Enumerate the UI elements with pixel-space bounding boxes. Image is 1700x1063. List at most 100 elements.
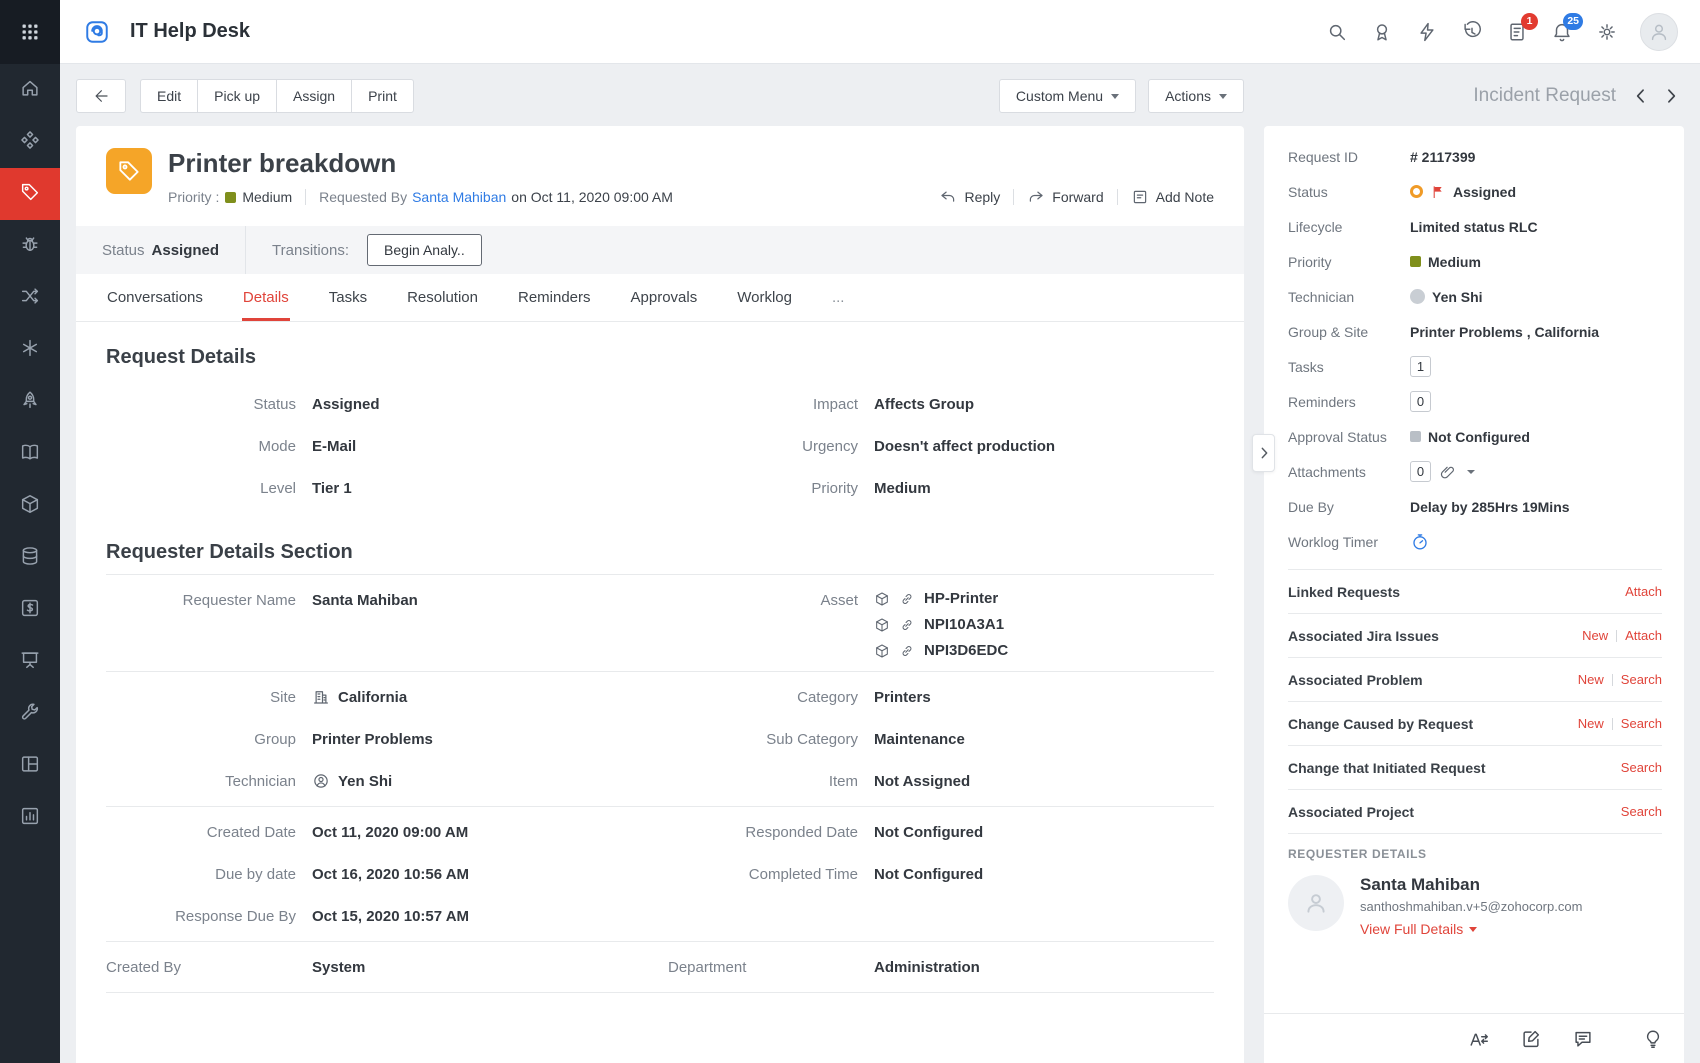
sidebar-item-cmdb[interactable] (0, 532, 60, 584)
sidebar-item-views[interactable] (0, 740, 60, 792)
flash-icon[interactable] (1415, 20, 1439, 44)
new-link[interactable]: New (1578, 672, 1604, 687)
asset-item[interactable]: NPI10A3A1 (874, 614, 1008, 635)
edit-button[interactable]: Edit (140, 79, 197, 113)
divider (1013, 189, 1014, 205)
tab-resolution[interactable]: Resolution (406, 274, 479, 321)
asset-list: HP-Printer NPI10A3A1 (874, 588, 1008, 661)
worklog-timer-icon[interactable] (1410, 532, 1430, 552)
associated-project-section: Associated Project Search (1288, 789, 1662, 833)
search-icon[interactable] (1325, 20, 1349, 44)
panel-content: Request ID # 2117399 Status Assigned Lif… (1264, 126, 1684, 1013)
panel-collapse-handle[interactable] (1252, 434, 1275, 472)
view-full-details-link[interactable]: View Full Details (1360, 921, 1582, 937)
sidebar-item-reports[interactable] (0, 792, 60, 844)
sidebar-item-assets[interactable] (0, 480, 60, 532)
panel-field-worklog-timer: Worklog Timer (1288, 524, 1662, 559)
tab-more[interactable]: ... (831, 274, 846, 321)
panel-field-technician: Technician Yen Shi (1288, 279, 1662, 314)
sidebar-item-releases[interactable] (0, 376, 60, 428)
gear-icon[interactable] (1595, 20, 1619, 44)
requester-section-heading: Requester Details Section (106, 541, 1214, 564)
module-label: Incident Request (1473, 85, 1616, 107)
attachments-count[interactable]: 0 (1410, 461, 1431, 482)
body-row: Printer breakdown Priority : Medium Requ… (76, 126, 1684, 1063)
reply-button[interactable]: Reply (939, 188, 1000, 206)
asset-item[interactable]: HP-Printer (874, 588, 1008, 609)
priority-color-swatch (1410, 256, 1421, 267)
sidebar-item-dashboard[interactable] (0, 116, 60, 168)
tab-tasks[interactable]: Tasks (328, 274, 368, 321)
request-meta-row: Priority : Medium Requested By Santa Mah… (168, 188, 1214, 206)
reminders-count[interactable]: 0 (1410, 391, 1431, 412)
my-tasks-icon[interactable]: 1 (1505, 20, 1529, 44)
sidebar-item-home[interactable] (0, 64, 60, 116)
tab-details[interactable]: Details (242, 274, 290, 321)
field-row: Due by date Oct 16, 2020 10:56 AM Comple… (106, 853, 1214, 895)
asset-cube-icon (874, 591, 890, 607)
app-root: IT Help Desk 1 25 (0, 0, 1700, 1063)
sidebar-item-presentation[interactable] (0, 636, 60, 688)
divider (1612, 674, 1613, 686)
new-link[interactable]: New (1582, 628, 1608, 643)
compose-note-icon[interactable] (1520, 1028, 1542, 1050)
user-avatar[interactable] (1640, 13, 1678, 51)
tab-worklog[interactable]: Worklog (736, 274, 793, 321)
award-icon[interactable] (1370, 20, 1394, 44)
status-value: Assigned (152, 242, 220, 259)
panel-field-tasks: Tasks 1 (1288, 349, 1662, 384)
history-icon[interactable] (1460, 20, 1484, 44)
chat-icon[interactable] (1572, 1028, 1594, 1050)
actions-button[interactable]: Actions (1148, 79, 1244, 113)
search-link[interactable]: Search (1621, 716, 1662, 731)
attach-link[interactable]: Attach (1625, 584, 1662, 599)
asset-item[interactable]: NPI3D6EDC (874, 640, 1008, 661)
incident-tag-icon (106, 148, 152, 194)
note-icon (1131, 188, 1149, 206)
print-button[interactable]: Print (351, 79, 414, 113)
sidebar-item-purchase[interactable] (0, 584, 60, 636)
tab-reminders[interactable]: Reminders (517, 274, 592, 321)
person-circle-icon (312, 772, 330, 790)
forward-button[interactable]: Forward (1027, 188, 1103, 206)
field-row: Mode E-Mail Urgency Doesn't affect produ… (106, 425, 1214, 467)
search-link[interactable]: Search (1621, 672, 1662, 687)
associated-problem-section: Associated Problem New Search (1288, 657, 1662, 701)
dollar-icon (19, 597, 41, 624)
chevron-down-icon[interactable] (1467, 470, 1475, 474)
request-details-heading: Request Details (106, 346, 1214, 369)
attach-link[interactable]: Attach (1625, 628, 1662, 643)
custom-menu-button[interactable]: Custom Menu (999, 79, 1136, 113)
tab-approvals[interactable]: Approvals (630, 274, 699, 321)
idea-bulb-icon[interactable] (1642, 1028, 1664, 1050)
status-dot-icon (1410, 185, 1423, 198)
dates-group: Created Date Oct 11, 2020 09:00 AM Respo… (106, 806, 1214, 941)
tasks-count[interactable]: 1 (1410, 356, 1431, 377)
pickup-button[interactable]: Pick up (197, 79, 276, 113)
requester-link[interactable]: Santa Mahiban (412, 189, 506, 205)
priority-color-swatch (225, 192, 236, 203)
tab-conversations[interactable]: Conversations (106, 274, 204, 321)
paperclip-icon[interactable] (1439, 463, 1457, 481)
asset-cube-icon (874, 643, 890, 659)
sidebar-item-solutions[interactable] (0, 428, 60, 480)
next-request-icon[interactable] (1658, 83, 1684, 109)
sidebar-item-changes[interactable] (0, 272, 60, 324)
sidebar-item-projects[interactable] (0, 324, 60, 376)
notifications-bell-icon[interactable]: 25 (1550, 20, 1574, 44)
back-button[interactable] (76, 79, 126, 113)
translate-icon[interactable] (1468, 1028, 1490, 1050)
requests-tag-icon (19, 181, 41, 208)
assign-button[interactable]: Assign (276, 79, 351, 113)
apps-grid-icon[interactable] (0, 0, 60, 64)
panel-field-due-by: Due By Delay by 285Hrs 19Mins (1288, 489, 1662, 524)
previous-request-icon[interactable] (1628, 83, 1654, 109)
sidebar-item-requests[interactable] (0, 168, 60, 220)
add-note-button[interactable]: Add Note (1131, 188, 1214, 206)
search-link[interactable]: Search (1621, 804, 1662, 819)
begin-analysis-button[interactable]: Begin Analy.. (367, 234, 482, 266)
search-link[interactable]: Search (1621, 760, 1662, 775)
sidebar-item-problems[interactable] (0, 220, 60, 272)
sidebar-item-admin[interactable] (0, 688, 60, 740)
new-link[interactable]: New (1578, 716, 1604, 731)
